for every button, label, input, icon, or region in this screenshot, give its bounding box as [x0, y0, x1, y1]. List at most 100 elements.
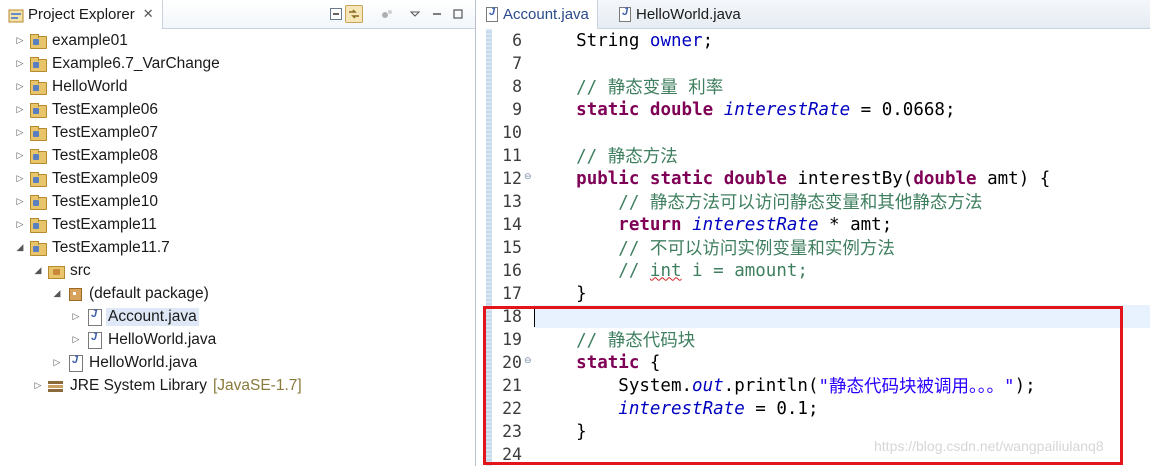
- minimize-icon[interactable]: [428, 5, 446, 23]
- java-project-icon: [29, 194, 47, 210]
- java-file-icon: [85, 331, 103, 349]
- code-line-9: static double interestRate = 0.0668;: [576, 99, 956, 120]
- project-explorer-view: Project Explorer ✕ ▷ example01 ▷ Example…: [0, 0, 476, 466]
- editor-tab-bar: Account.java HelloWorld.java: [478, 0, 1150, 29]
- expand-arrow-icon[interactable]: ▷: [14, 81, 26, 92]
- expand-arrow-icon[interactable]: ▷: [14, 196, 26, 207]
- line-number: 12: [502, 169, 522, 188]
- tree-item-label: HelloWorld.java: [108, 330, 217, 348]
- collapse-arrow-icon[interactable]: ◢: [14, 242, 26, 253]
- fold-collapse-icon[interactable]: ⊖: [524, 356, 532, 366]
- java-project-icon: [29, 217, 47, 233]
- collapse-arrow-icon[interactable]: ◢: [51, 288, 63, 299]
- tab-account-java[interactable]: Account.java: [478, 0, 598, 29]
- fold-collapse-icon[interactable]: ⊖: [524, 172, 532, 182]
- tree-item-example01[interactable]: ▷ example01: [14, 29, 130, 52]
- code-line-6: String owner;: [534, 30, 714, 51]
- expand-arrow-icon[interactable]: ▷: [14, 219, 26, 230]
- tree-item-label: TestExample06: [52, 100, 158, 118]
- project-explorer-tab[interactable]: Project Explorer ✕: [0, 0, 163, 29]
- tab-helloworld-java[interactable]: HelloWorld.java: [611, 0, 749, 29]
- tree-item-label: TestExample07: [52, 123, 158, 141]
- project-explorer-icon: [8, 8, 24, 22]
- java-project-icon: [29, 56, 47, 72]
- line-number: 22: [502, 399, 522, 418]
- expand-arrow-icon[interactable]: ▷: [14, 58, 26, 69]
- tree-item-testexample07[interactable]: ▷ TestExample07: [14, 121, 160, 144]
- line-number: 14: [502, 215, 522, 234]
- tree-item-testexample10[interactable]: ▷ TestExample10: [14, 190, 160, 213]
- java-file-icon: [486, 6, 498, 22]
- tree-item-jre-system-library[interactable]: ▷ JRE System Library [JavaSE-1.7]: [32, 374, 302, 397]
- project-explorer-header: Project Explorer ✕: [0, 0, 475, 29]
- code-line-8: // 静态变量 利率: [534, 78, 724, 98]
- line-number: 17: [502, 284, 522, 303]
- java-project-icon: [29, 102, 47, 118]
- code-line-17: }: [534, 283, 587, 304]
- line-number: 18: [502, 307, 522, 326]
- tree-item-label: example01: [52, 31, 128, 49]
- focus-icon[interactable]: [378, 5, 396, 23]
- link-with-editor-icon[interactable]: [345, 5, 363, 23]
- line-number-gutter: 6 7 8 9 10 11 12 13 14 15 16 17 18 19 20…: [492, 29, 536, 466]
- code-line-21: System. out .println("静态代码块被调用。。。");: [534, 375, 1036, 398]
- code-line-12: public static double interestBy(double a…: [576, 168, 1051, 189]
- maximize-icon[interactable]: [449, 5, 467, 23]
- tree-item-account-java[interactable]: ▷ Account.java: [70, 305, 199, 328]
- line-number: 23: [502, 422, 522, 441]
- expand-arrow-icon[interactable]: ▷: [51, 357, 63, 368]
- tree-item-testexample06[interactable]: ▷ TestExample06: [14, 98, 160, 121]
- project-explorer-title: Project Explorer: [28, 6, 135, 23]
- tree-item-label: TestExample10: [52, 192, 158, 210]
- tree-item-helloworld-java[interactable]: ▷ HelloWorld.java: [70, 328, 218, 351]
- text-caret: [534, 306, 535, 327]
- java-file-icon: [85, 308, 103, 326]
- tree-item-label: HelloWorld.java: [89, 353, 198, 371]
- tree-item-label: JRE System Library: [70, 376, 207, 394]
- code-line-15: // 不可以访问实例变量和实例方法: [534, 239, 895, 259]
- tree-item-label: TestExample11: [52, 215, 157, 233]
- line-number: 6: [512, 31, 522, 50]
- collapse-arrow-icon[interactable]: ◢: [32, 265, 44, 276]
- code-line-22: interestRate = 0.1;: [618, 398, 819, 419]
- tree-item-testexample08[interactable]: ▷ TestExample08: [14, 144, 160, 167]
- expand-arrow-icon[interactable]: ▷: [32, 380, 44, 391]
- line-number: 19: [502, 330, 522, 349]
- watermark: https://blog.csdn.net/wangpailiulanq8: [874, 438, 1104, 454]
- collapse-all-icon[interactable]: [327, 5, 345, 23]
- view-menu-icon[interactable]: [406, 5, 424, 23]
- line-number: 11: [502, 146, 522, 165]
- line-number: 20: [502, 353, 522, 372]
- expand-arrow-icon[interactable]: ▷: [14, 150, 26, 161]
- expand-arrow-icon[interactable]: ▷: [14, 104, 26, 115]
- tab-label: Account.java: [503, 6, 589, 23]
- tree-item-helloworld-java-2[interactable]: ▷ HelloWorld.java: [51, 351, 199, 374]
- expand-arrow-icon[interactable]: ▷: [14, 173, 26, 184]
- tree-item-testexample11[interactable]: ▷ TestExample11: [14, 213, 159, 236]
- code-line-19: // 静态代码块: [534, 331, 696, 351]
- tree-item-testexample11-7[interactable]: ◢ TestExample11.7: [14, 236, 172, 259]
- tree-item-example6-7-varchange[interactable]: ▷ Example6.7_VarChange: [14, 52, 222, 75]
- java-file-icon: [66, 354, 84, 372]
- source-folder-icon: [47, 263, 65, 279]
- expand-arrow-icon[interactable]: ▷: [14, 127, 26, 138]
- expand-arrow-icon[interactable]: ▷: [14, 35, 26, 46]
- tree-item-label: TestExample11.7: [52, 238, 170, 256]
- line-number: 24: [502, 445, 522, 464]
- line-number: 9: [512, 100, 522, 119]
- expand-arrow-icon[interactable]: ▷: [70, 311, 82, 322]
- expand-arrow-icon[interactable]: ▷: [70, 334, 82, 345]
- line-number: 13: [502, 192, 522, 211]
- code-line-13: // 静态方法可以访问静态变量和其他静态方法: [534, 193, 983, 213]
- tree-item-testexample09[interactable]: ▷ TestExample09: [14, 167, 160, 190]
- close-icon[interactable]: ✕: [143, 7, 154, 22]
- line-number: 10: [502, 123, 522, 142]
- tree-item-default-package[interactable]: ◢ (default package): [51, 282, 211, 305]
- tree-item-helloworld[interactable]: ▷ HelloWorld: [14, 75, 130, 98]
- tree-item-src[interactable]: ◢ src: [32, 259, 93, 282]
- java-project-icon: [29, 33, 47, 49]
- code-area[interactable]: String owner; // 静态变量 利率 static double i…: [534, 29, 1150, 466]
- tree-item-label: Example6.7_VarChange: [52, 54, 220, 72]
